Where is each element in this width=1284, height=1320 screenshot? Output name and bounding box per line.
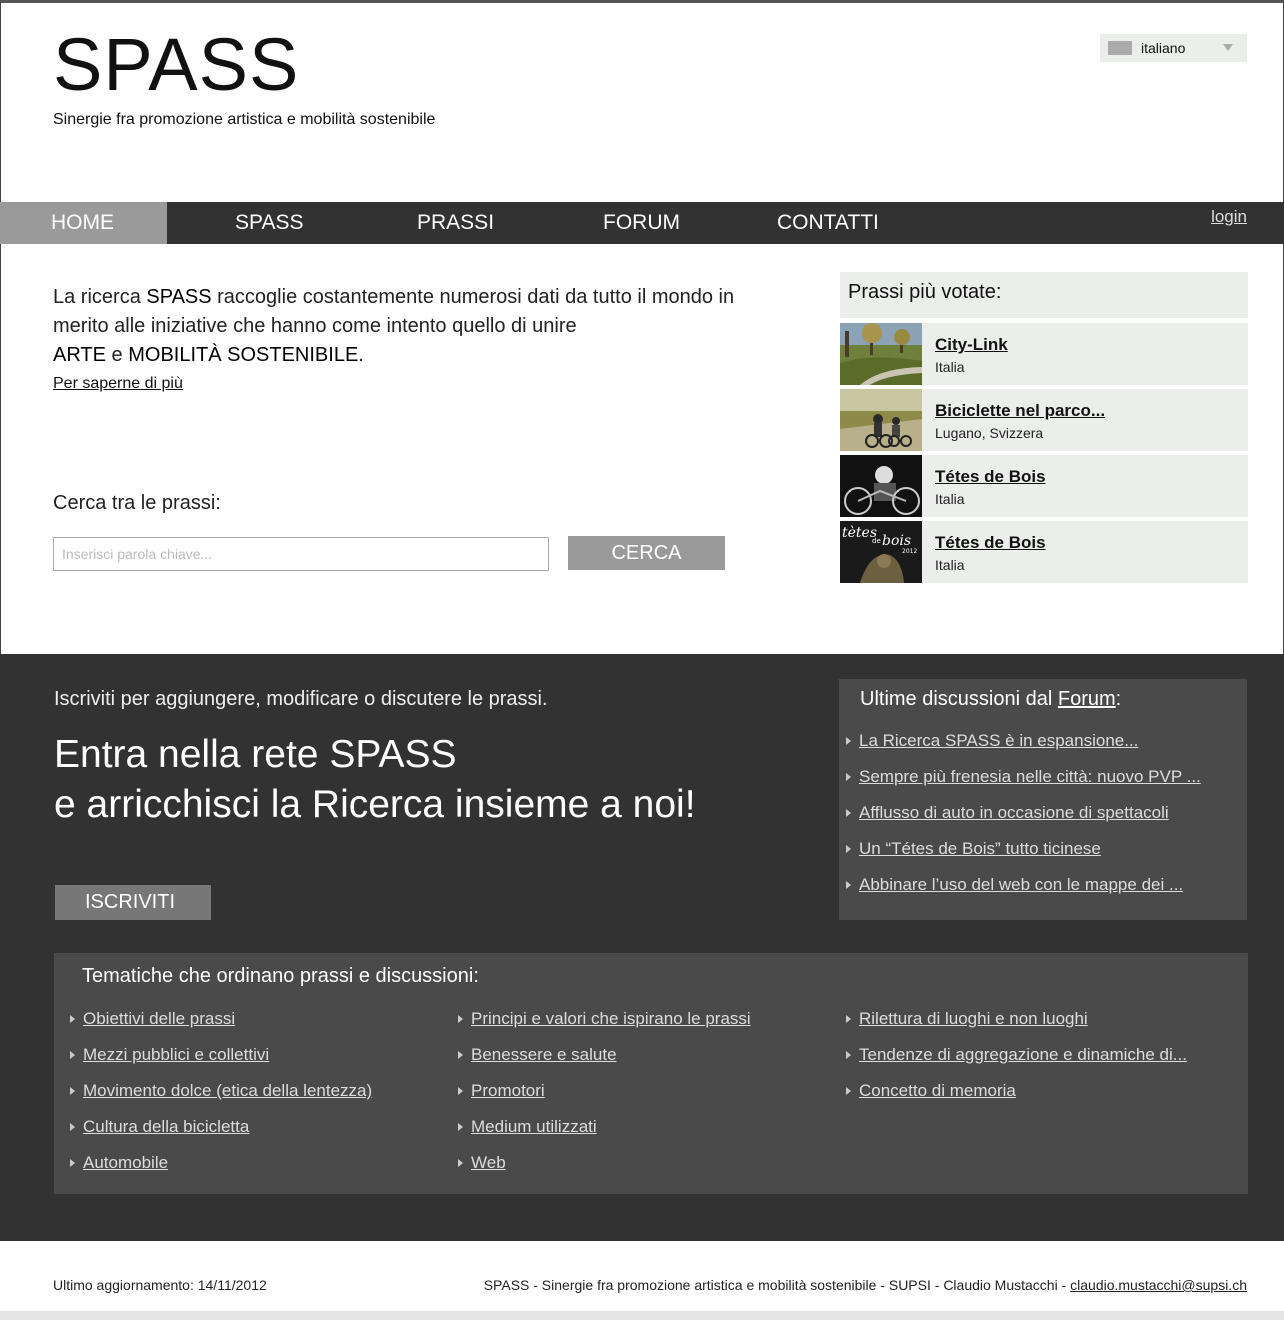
flag-icon — [1108, 41, 1132, 55]
forum-title: Ultime discussioni dal Forum: — [860, 688, 1122, 710]
topic-item[interactable]: Rilettura di luoghi e non luoghi — [839, 1009, 1187, 1045]
login-link[interactable]: login — [1211, 207, 1247, 227]
topic-item[interactable]: Cultura della bicicletta — [63, 1117, 372, 1153]
nav-home[interactable]: HOME — [0, 202, 167, 244]
main-nav: HOME SPASS PRASSI FORUM CONTATTI login — [0, 202, 1284, 244]
nav-forum[interactable]: FORUM — [603, 202, 680, 244]
topic-item[interactable]: Movimento dolce (etica della lentezza) — [63, 1081, 372, 1117]
topics-column-1: Obiettivi delle prassi Mezzi pubblici e … — [63, 1009, 372, 1189]
footer-credits: SPASS - Sinergie fra promozione artistic… — [483, 1277, 1247, 1293]
footer: Ultimo aggiornamento: 14/11/2012 SPASS -… — [0, 1241, 1284, 1311]
search-button[interactable]: CERCA — [568, 536, 725, 570]
topics-panel: Tematiche che ordinano prassi e discussi… — [54, 953, 1248, 1194]
voted-item[interactable]: Biciclette nel parco... Lugano, Svizzera — [840, 389, 1248, 451]
nav-prassi[interactable]: PRASSI — [417, 202, 494, 244]
thumb-lettering: 2012 — [902, 548, 917, 555]
voted-item-name[interactable]: Tétes de Bois — [935, 533, 1046, 553]
most-voted-title: Prassi più votate: — [840, 272, 1248, 318]
signup-lead: Iscriviti per aggiungere, modificare o d… — [54, 688, 548, 710]
voted-item[interactable]: City-Link Italia — [840, 323, 1248, 385]
voted-item-place: Italia — [935, 557, 965, 573]
intro-text: La ricerca SPASS raccoglie costantemente… — [53, 286, 735, 366]
voted-item-name[interactable]: City-Link — [935, 335, 1008, 355]
voted-item-name[interactable]: Tétes de Bois — [935, 467, 1046, 487]
nav-contatti[interactable]: CONTATTI — [777, 202, 879, 244]
thumbnail-image: tètes de bois 2012 — [840, 521, 922, 583]
topic-item[interactable]: Concetto di memoria — [839, 1081, 1187, 1117]
chevron-down-icon — [1223, 44, 1233, 51]
topic-item[interactable]: Promotori — [451, 1081, 751, 1117]
forum-item[interactable]: Sempre più frenesia nelle città: nuovo P… — [839, 767, 1201, 803]
topic-item[interactable]: Obiettivi delle prassi — [63, 1009, 372, 1045]
voted-item-place: Italia — [935, 359, 965, 375]
topic-item[interactable]: Medium utilizzati — [451, 1117, 751, 1153]
topic-item[interactable]: Benessere e salute — [451, 1045, 751, 1081]
thumbnail-image — [840, 455, 922, 517]
topics-column-2: Principi e valori che ispirano le prassi… — [451, 1009, 751, 1189]
forum-list: La Ricerca SPASS è in espansione... Semp… — [839, 731, 1201, 911]
site-subtitle: Sinergie fra promozione artistica e mobi… — [53, 111, 436, 128]
footer-bar — [0, 1311, 1284, 1320]
topics-column-3: Rilettura di luoghi e non luoghi Tendenz… — [839, 1009, 1187, 1117]
search-label: Cerca tra le prassi: — [53, 492, 221, 514]
thumbnail-image — [840, 323, 922, 385]
thumb-lettering: bois — [882, 533, 911, 549]
forum-item[interactable]: Un “Tétes de Bois” tutto ticinese — [839, 839, 1201, 875]
language-select[interactable]: italiano — [1100, 34, 1247, 62]
last-updated: Ultimo aggiornamento: 14/11/2012 — [53, 1277, 267, 1293]
more-info-link[interactable]: Per saperne di più — [53, 375, 183, 393]
voted-item[interactable]: Tétes de Bois Italia — [840, 455, 1248, 517]
topic-item[interactable]: Principi e valori che ispirano le prassi — [451, 1009, 751, 1045]
most-voted-panel: Prassi più votate: City-Link Italia Bici… — [840, 272, 1248, 587]
topic-item[interactable]: Web — [451, 1153, 751, 1189]
voted-item[interactable]: tètes de bois 2012 Tétes de Bois Italia — [840, 521, 1248, 583]
search-input[interactable] — [53, 537, 549, 571]
forum-panel: Ultime discussioni dal Forum: La Ricerca… — [839, 679, 1247, 920]
site-title: SPASS — [53, 23, 300, 106]
voted-item-place: Lugano, Svizzera — [935, 425, 1044, 441]
forum-link[interactable]: Forum — [1058, 688, 1116, 710]
voted-item-name[interactable]: Biciclette nel parco... — [935, 401, 1105, 421]
nav-spass[interactable]: SPASS — [235, 202, 303, 244]
forum-item[interactable]: Afflusso di auto in occasione di spettac… — [839, 803, 1201, 839]
signup-button[interactable]: ISCRIVITI — [55, 885, 211, 920]
topic-item[interactable]: Tendenze di aggregazione e dinamiche di.… — [839, 1045, 1187, 1081]
thumb-lettering: de — [872, 537, 881, 545]
thumbnail-image — [840, 389, 922, 451]
topics-title: Tematiche che ordinano prassi e discussi… — [82, 965, 479, 987]
email-link[interactable]: claudio.mustacchi@supsi.ch — [1070, 1277, 1247, 1293]
forum-item[interactable]: Abbinare l’uso del web con le mappe dei … — [839, 875, 1201, 911]
signup-heading: Entra nella rete SPASS e arricchisci la … — [54, 733, 696, 826]
forum-item[interactable]: La Ricerca SPASS è in espansione... — [839, 731, 1201, 767]
voted-item-place: Italia — [935, 491, 965, 507]
language-label: italiano — [1141, 40, 1186, 56]
signup-section: Iscriviti per aggiungere, modificare o d… — [0, 654, 1284, 1241]
topic-item[interactable]: Mezzi pubblici e collettivi — [63, 1045, 372, 1081]
topic-item[interactable]: Automobile — [63, 1153, 372, 1189]
